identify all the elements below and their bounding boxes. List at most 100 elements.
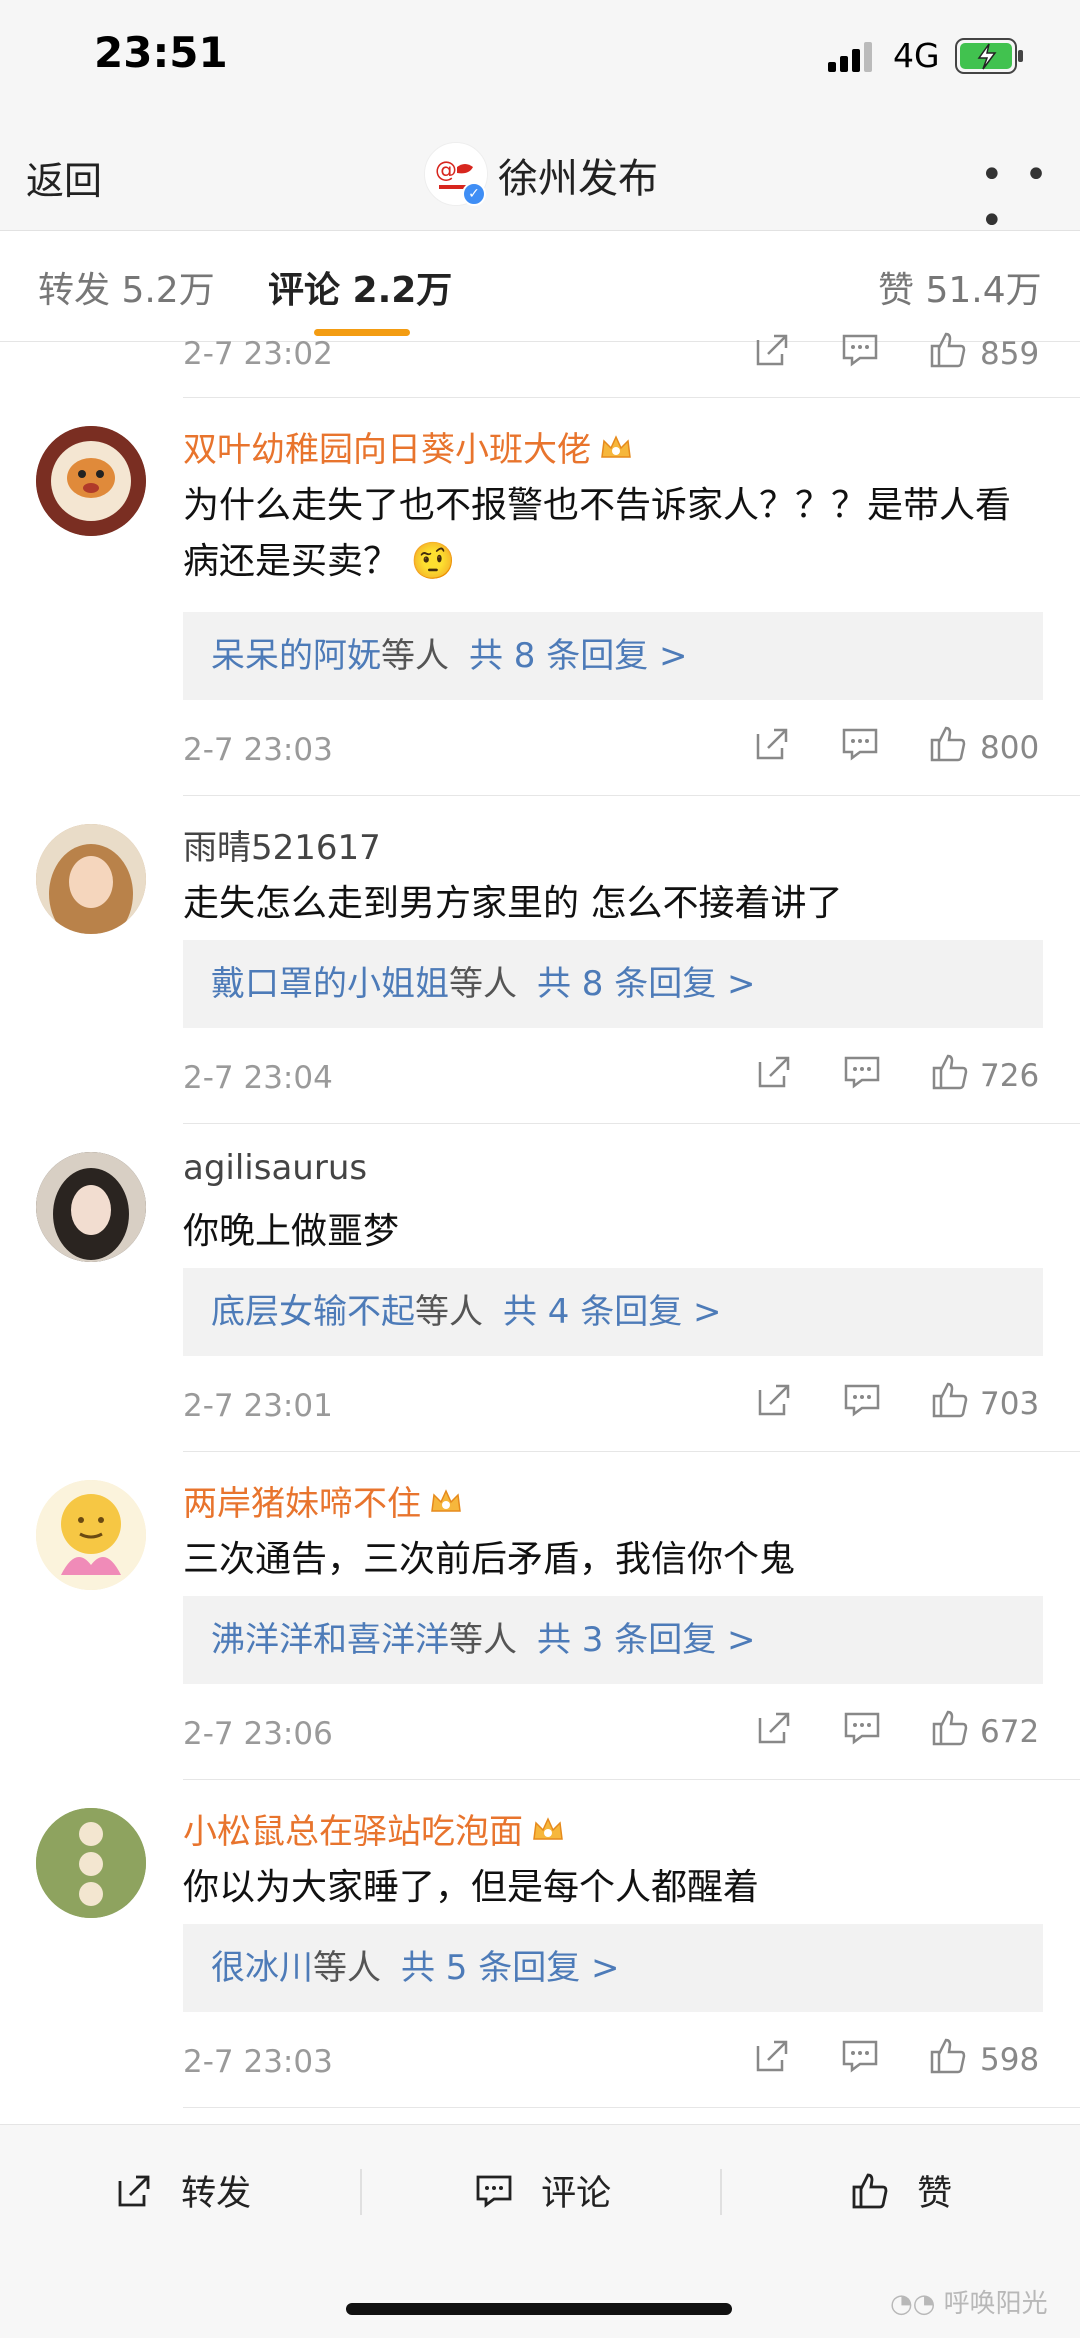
like-icon [852,2173,888,2208]
reply-users[interactable]: 底层女输不起 [211,1292,415,1332]
username[interactable]: 双叶幼稚园向日葵小班大佬 [183,422,633,472]
comment-text: 走失怎么走到男方家里的 怎么不接着讲了 [183,883,843,924]
comment-item: 小松鼠总在驿站吃泡面 你以为大家睡了，但是每个人都醒着 很冰川等人共 5 条回复… [0,1780,1080,2032]
share-icon[interactable] [752,330,792,370]
username-text[interactable]: 小松鼠总在驿站吃泡面 [183,1812,523,1852]
nav-bar: 返回 @ ✓ 徐州发布 • • • [0,130,1080,244]
watermark: ◔◔ 呼唤阳光 [890,2283,1048,2320]
reply-count-link[interactable]: 共 8 条回复 > [537,964,756,1004]
back-button[interactable]: 返回 [26,150,102,205]
username[interactable]: 小松鼠总在驿站吃泡面 [183,1804,565,1854]
comment-item: agilisaurus 你晚上做噩梦 底层女输不起等人共 4 条回复 > [0,1124,1080,1376]
thinking-emoji-icon: 🤨 [410,541,456,582]
reply-preview[interactable]: 底层女输不起等人共 4 条回复 > [183,1268,1043,1356]
comment-text: 你以为大家睡了，但是每个人都醒着 [183,1867,760,1908]
comment-text: 你晚上做噩梦 [183,1211,400,1252]
comment-item: 雨晴521617 走失怎么走到男方家里的 怎么不接着讲了 戴口罩的小姐姐等人共 … [0,796,1080,1048]
username[interactable]: 两岸猪妹啼不住 [183,1476,463,1526]
like-count: 598 [980,2042,1040,2078]
reply-users[interactable]: 很冰川 [211,1948,313,1988]
user-avatar[interactable] [36,1480,146,1590]
comment-icon[interactable] [842,1708,882,1748]
reply-suffix: 等人 [313,1948,381,1988]
comment-icon[interactable] [842,1380,882,1420]
reply-count-link[interactable]: 共 5 条回复 > [401,1948,620,1988]
vip-crown-icon [531,1814,565,1854]
reply-preview[interactable]: 呆呆的阿妩等人共 8 条回复 > [183,612,1043,700]
comment-icon[interactable] [840,2036,880,2076]
avatar-girl-icon [36,824,146,934]
reply-suffix: 等人 [449,964,517,1004]
like-icon[interactable] [930,1380,970,1420]
comment-meta: 2-7 23:02 859 [0,332,1080,398]
reply-users[interactable]: 戴口罩的小姐姐 [211,964,449,1004]
like-count: 726 [980,1058,1040,1094]
divider [720,2169,722,2215]
share-icon[interactable] [752,2036,792,2076]
tab-comment[interactable]: 评论 2.2万 [268,261,452,313]
comment-date: 2-7 23:03 [183,732,333,768]
reply-users[interactable]: 沸洋洋和喜洋洋 [211,1620,449,1660]
tab-bar: 转发 5.2万 评论 2.2万 赞 51.4万 [0,231,1080,342]
repost-icon [118,2175,150,2206]
reply-suffix: 等人 [381,636,449,676]
home-indicator[interactable] [346,2303,732,2315]
user-avatar[interactable] [36,824,146,934]
vip-crown-icon [599,432,633,472]
like-icon[interactable] [930,1052,970,1092]
like-label: 赞 [917,2174,953,2214]
reply-count-link[interactable]: 共 4 条回复 > [503,1292,722,1332]
avatar-lotus-emoji-icon [36,1480,146,1590]
user-avatar[interactable] [36,1152,146,1262]
share-icon[interactable] [754,1052,794,1092]
tab-like[interactable]: 赞 51.4万 [878,261,1042,313]
like-count: 672 [980,1714,1040,1750]
comment-item: 两岸猪妹啼不住 三次通告，三次前后矛盾，我信你个鬼 沸洋洋和喜洋洋等人共 3 条… [0,1452,1080,1704]
comment-icon[interactable] [840,330,880,370]
user-avatar[interactable] [36,1808,146,1918]
reply-count-link[interactable]: 共 3 条回复 > [537,1620,756,1660]
reply-preview[interactable]: 沸洋洋和喜洋洋等人共 3 条回复 > [183,1596,1043,1684]
like-button[interactable]: 赞 [848,2165,952,2216]
username-text[interactable]: 双叶幼稚园向日葵小班大佬 [183,430,591,470]
comment-date: 2-7 23:03 [183,2044,333,2080]
like-icon[interactable] [928,330,968,370]
comment-date: 2-7 23:04 [183,1060,333,1096]
username[interactable]: agilisaurus [183,1148,367,1188]
comment-item: 双叶幼稚园向日葵小班大佬 为什么走失了也不报警也不告诉家人？？？是带人看病还是买… [0,398,1080,720]
username-text[interactable]: 两岸猪妹啼不住 [183,1484,421,1524]
repost-button[interactable]: 转发 [112,2165,251,2216]
reply-preview[interactable]: 戴口罩的小姐姐等人共 8 条回复 > [183,940,1043,1028]
comment-meta: 2-7 23:03 800 [0,720,1080,796]
avatar-bears-icon [36,1808,146,1918]
wechat-icon: ◔◔ [890,2289,936,2319]
battery-charging-icon [955,38,1023,74]
like-icon[interactable] [930,1708,970,1748]
tab-repost[interactable]: 转发 5.2万 [38,261,215,313]
like-count: 859 [980,336,1040,372]
reply-count-link[interactable]: 共 8 条回复 > [469,636,688,676]
user-avatar[interactable] [36,426,146,536]
comment-icon[interactable] [842,1052,882,1092]
reply-preview[interactable]: 很冰川等人共 5 条回复 > [183,1924,1043,2012]
avatar-tiger-icon [36,426,146,536]
comment-meta: 2-7 23:01 703 [0,1376,1080,1452]
comment-meta: 2-7 23:06 672 [0,1704,1080,1780]
page-title: 徐州发布 [498,156,658,202]
comment-date: 2-7 23:01 [183,1388,333,1424]
comment-text: 三次通告，三次前后矛盾，我信你个鬼 [183,1539,796,1580]
signal-icon [828,42,872,72]
reply-suffix: 等人 [449,1620,517,1660]
comment-icon[interactable] [840,724,880,764]
comment-meta: 2-7 23:04 726 [0,1048,1080,1124]
share-icon[interactable] [754,1708,794,1748]
username[interactable]: 雨晴521617 [183,820,381,869]
share-icon[interactable] [752,724,792,764]
avatar-woman-icon [36,1152,146,1262]
comment-text-content: 为什么走失了也不报警也不告诉家人？？？是带人看病还是买卖？ [183,485,1012,582]
reply-users[interactable]: 呆呆的阿妩 [211,636,381,676]
like-icon[interactable] [928,724,968,764]
share-icon[interactable] [754,1380,794,1420]
like-icon[interactable] [928,2036,968,2076]
comment-button[interactable]: 评论 [472,2165,611,2216]
